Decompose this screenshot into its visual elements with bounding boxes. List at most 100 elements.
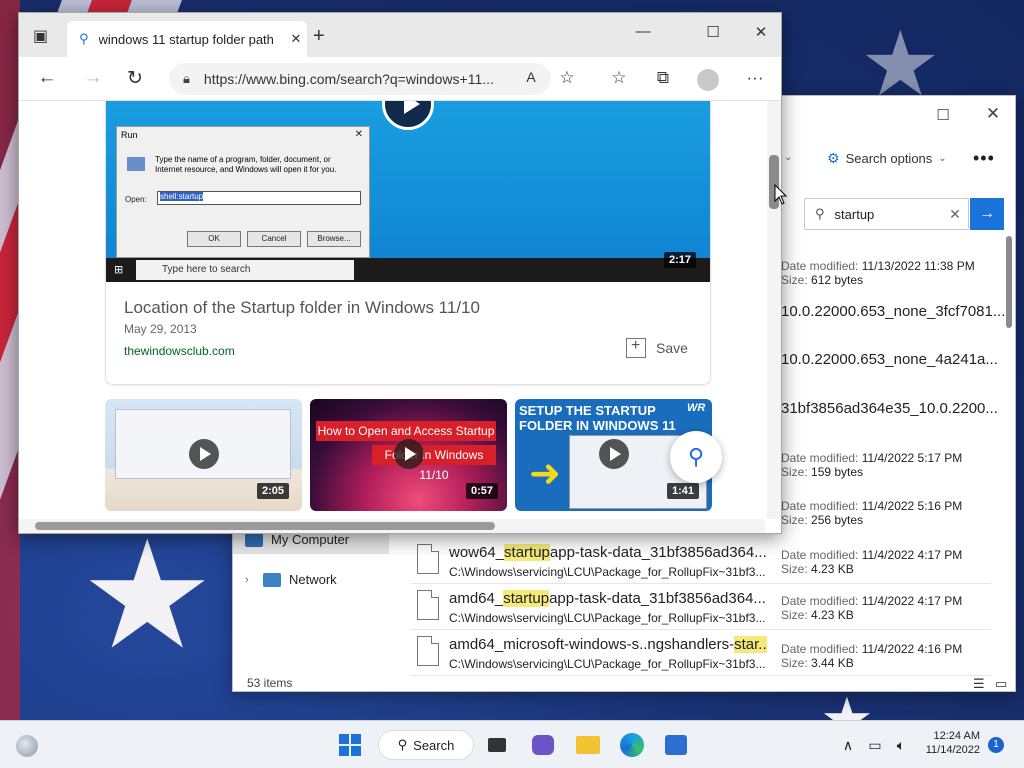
minimize-icon[interactable]: — (623, 23, 663, 40)
nav-item-my-computer[interactable]: My Computer (245, 532, 349, 547)
play-icon[interactable] (394, 439, 424, 469)
wr-logo: WR (687, 402, 706, 414)
thumbnail-title: SETUP THE STARTUP FOLDER IN WINDOWS 11 (519, 403, 676, 433)
tiles-view-icon[interactable]: ▭ (995, 676, 1007, 691)
widgets-icon[interactable] (16, 735, 38, 757)
back-icon[interactable]: ← (33, 67, 61, 89)
result-meta: Date modified: 11/13/2022 11:38 PM Size:… (781, 259, 975, 287)
visual-search-icon[interactable]: ⚲ (670, 431, 722, 483)
volume-icon[interactable]: 🔈︎ (890, 731, 912, 759)
more-options-icon[interactable]: ··· (741, 68, 769, 88)
search-options-button[interactable]: ⚙ Search options ⌄ (827, 150, 947, 167)
address-bar-row: ← → ↻ 🔒︎ https://www.bing.com/search?q=w… (19, 57, 781, 101)
video-duration: 1:41 (667, 483, 700, 499)
file-meta: Date modified: 11/4/2022 4:16 PM Size: 3… (781, 642, 963, 670)
result-name-fragment[interactable]: 10.0.22000.653_none_4a241a... (781, 351, 998, 368)
tab-bar: ▣ ⚲ windows 11 startup folder path ✕ + —… (19, 13, 781, 57)
maximize-icon[interactable]: ☐ (923, 106, 963, 130)
video-thumbnail[interactable]: Run ✕ Type the name of a program, folder… (106, 101, 710, 282)
read-aloud-icon[interactable]: A (517, 69, 545, 85)
chat-icon[interactable] (530, 731, 556, 759)
tab-actions-icon[interactable]: ▣ (33, 26, 48, 46)
taskbar-search-button[interactable]: ⚲ Search (378, 730, 474, 760)
explorer-search-box[interactable]: ⚲ startup ✕ (804, 198, 969, 230)
address-bar[interactable]: 🔒︎ https://www.bing.com/search?q=windows… (169, 63, 551, 95)
file-name: amd64_startupapp-task-data_31bf3856ad364… (449, 590, 766, 607)
file-icon (417, 636, 439, 666)
chevron-right-icon[interactable]: › (245, 574, 255, 586)
result-name-fragment[interactable]: 10.0.22000.653_none_3fcf7081... (781, 303, 1005, 320)
add-favorite-icon[interactable]: ☆ (553, 68, 581, 88)
nav-item-network[interactable]: › Network (245, 572, 337, 587)
tab-title: windows 11 startup folder path (98, 31, 274, 47)
favorites-icon[interactable]: ☆ (605, 68, 633, 88)
forward-icon[interactable]: → (79, 67, 107, 89)
explorer-search-input[interactable]: startup (835, 207, 942, 222)
file-explorer-icon[interactable] (574, 731, 602, 759)
video-thumbnail-1[interactable]: 2:05 (105, 399, 302, 511)
edge-browser-window: ▣ ⚲ windows 11 startup folder path ✕ + —… (18, 12, 782, 534)
search-options-label: Search options (845, 151, 933, 166)
maximize-icon[interactable]: ☐ (693, 23, 733, 41)
details-view-icon[interactable]: ☰ (973, 676, 985, 691)
clear-search-icon[interactable]: ✕ (942, 206, 968, 223)
thumbnail-banner: How to Open and Access Startup (316, 421, 496, 441)
arrow-icon: ➜ (529, 453, 561, 495)
lock-icon[interactable]: 🔒︎ (183, 71, 190, 87)
result-name-fragment[interactable]: 31bf3856ad364e35_10.0.2200... (781, 400, 998, 417)
run-dialog-image: Run ✕ Type the name of a program, folder… (116, 126, 370, 258)
close-icon[interactable]: ✕ (973, 104, 1013, 128)
result-source[interactable]: thewindowsclub.com (124, 344, 235, 358)
search-go-button[interactable]: → (970, 198, 1004, 230)
search-icon: ⚲ (397, 737, 408, 752)
taskbar: ⚲ Search ∧ ▭ 🔈︎ 12:24 AM 11/14/2022 1 (0, 720, 1024, 768)
search-options-icon: ⚙ (827, 150, 840, 166)
tab-bing-search[interactable]: ⚲ windows 11 startup folder path ✕ (67, 21, 307, 57)
explorer-scrollbar[interactable] (1006, 236, 1012, 328)
result-title[interactable]: Location of the Startup folder in Window… (124, 298, 480, 318)
task-view-icon[interactable] (486, 731, 508, 759)
windows-logo-icon (339, 734, 361, 756)
horizontal-scrollbar-thumb[interactable] (35, 522, 495, 530)
chevron-down-icon[interactable]: ⌄ (784, 152, 792, 163)
video-result-card[interactable]: Run ✕ Type the name of a program, folder… (105, 101, 711, 385)
system-clock[interactable]: 12:24 AM 11/14/2022 (924, 729, 980, 757)
file-name: amd64_microsoft-windows-s..ngshandlers-s… (449, 636, 767, 653)
result-meta: Date modified: 11/4/2022 5:16 PM Size: 2… (781, 499, 963, 527)
wallpaper-star: ★ (80, 511, 215, 679)
close-tab-icon[interactable]: ✕ (285, 31, 307, 47)
notification-badge[interactable]: 1 (988, 737, 1004, 753)
video-duration: 0:57 (466, 483, 499, 499)
video-thumbnail-2[interactable]: How to Open and Access Startup Folder in… (310, 399, 507, 511)
collections-icon[interactable]: ⧉ (649, 68, 677, 88)
file-icon (417, 590, 439, 620)
close-icon[interactable]: ✕ (741, 23, 781, 41)
play-icon[interactable] (599, 439, 629, 469)
result-meta: Date modified: 11/4/2022 5:17 PM Size: 1… (781, 451, 963, 479)
profile-avatar[interactable] (697, 69, 719, 91)
computer-icon (245, 532, 263, 547)
file-name: wow64_startupapp-task-data_31bf3856ad364… (449, 544, 767, 561)
result-date: May 29, 2013 (124, 322, 197, 336)
save-icon (626, 337, 646, 358)
play-icon[interactable] (189, 439, 219, 469)
save-button[interactable]: Save (626, 337, 688, 358)
url-text[interactable]: https://www.bing.com/search?q=windows+11… (204, 71, 551, 87)
more-options-icon[interactable]: ••• (973, 148, 995, 169)
close-icon: ✕ (354, 129, 363, 140)
network-status-icon[interactable]: ▭ (864, 731, 886, 759)
store-icon[interactable] (662, 731, 690, 759)
new-tab-icon[interactable]: + (313, 25, 325, 48)
chevron-up-icon[interactable]: ∧ (838, 731, 858, 759)
network-icon (263, 572, 281, 587)
file-path: C:\Windows\servicing\LCU\Package_for_Rol… (449, 565, 766, 579)
refresh-icon[interactable]: ↻ (121, 67, 149, 90)
start-button[interactable] (336, 731, 364, 759)
video-duration: 2:17 (664, 252, 697, 268)
file-icon (417, 544, 439, 574)
edge-icon[interactable] (618, 731, 646, 759)
file-meta: Date modified: 11/4/2022 4:17 PM Size: 4… (781, 548, 963, 576)
video-duration: 2:05 (257, 483, 290, 499)
play-icon[interactable] (382, 101, 434, 130)
page-content: Run ✕ Type the name of a program, folder… (19, 101, 765, 519)
